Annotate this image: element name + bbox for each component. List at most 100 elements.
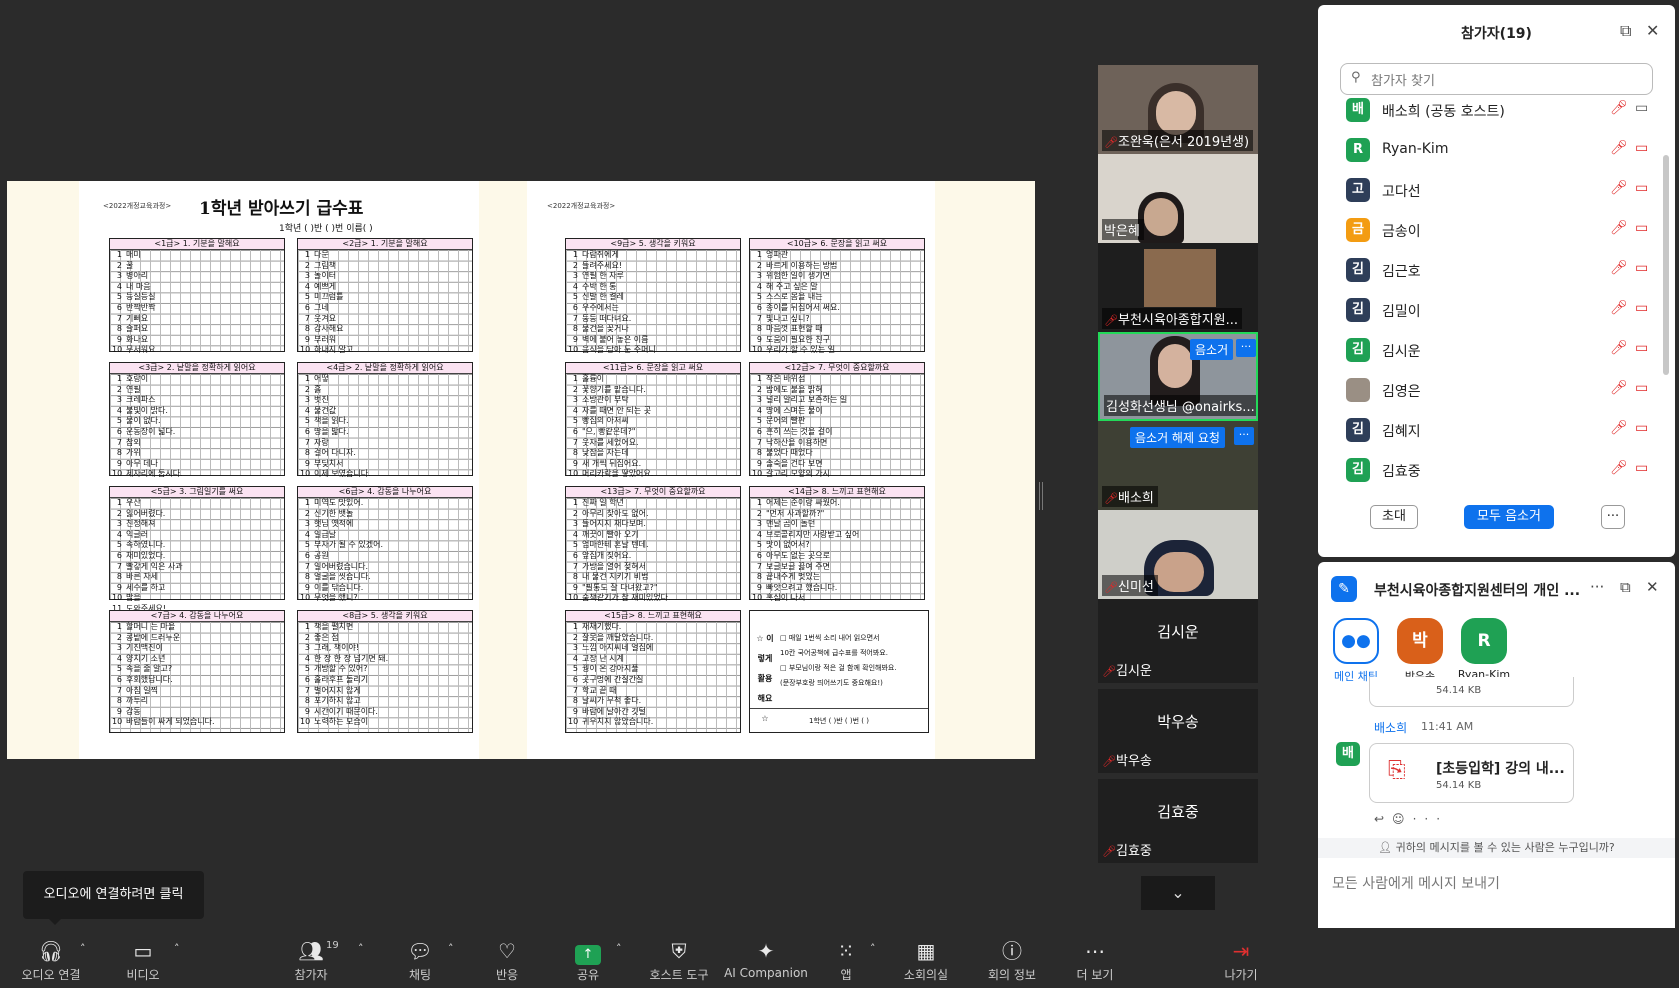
spelling-phrase: 빵집의 아저씨: [582, 416, 629, 426]
spelling-phrase: 이제 보였습니다.: [314, 469, 371, 479]
participants-options-caret[interactable]: ˄: [358, 942, 364, 955]
row-number: 4: [116, 653, 122, 663]
audio-button[interactable]: 🎧︎ 오디오 연결: [20, 936, 82, 983]
mic-muted-icon[interactable]: 🎤︎: [1610, 300, 1628, 316]
camera-off-icon[interactable]: ▭: [1635, 380, 1648, 396]
mic-muted-icon[interactable]: 🎤︎: [1610, 340, 1628, 356]
pop-out-icon[interactable]: ⧉: [1620, 21, 1631, 41]
camera-off-icon[interactable]: ▭: [1635, 220, 1648, 236]
participant-row[interactable]: 김영은 🎤︎ ▭: [1318, 370, 1663, 410]
more-icon[interactable]: ···: [1590, 578, 1604, 596]
unmute-request-tag[interactable]: 음소거 해제 요청: [1130, 427, 1225, 448]
share-button[interactable]: ↑ 공유: [568, 936, 608, 983]
channel-dm[interactable]: 박 박우송: [1390, 618, 1450, 684]
participant-row[interactable]: 고 고다선 🎤︎ ▭: [1318, 170, 1663, 210]
video-tile[interactable]: 🎤︎조완욱(은서 2019년생): [1098, 65, 1258, 154]
video-button[interactable]: ▭ 비디오: [120, 936, 166, 983]
camera-off-icon[interactable]: ▭: [1635, 140, 1648, 156]
more-button[interactable]: ⋯ 더 보기: [1072, 936, 1118, 983]
leave-button[interactable]: ⇥ 나가기: [1220, 936, 1262, 983]
name-only-tile[interactable]: 김시운 🎤︎김시운: [1098, 599, 1258, 683]
close-icon[interactable]: ✕: [1646, 578, 1659, 596]
camera-off-icon[interactable]: ▭: [1635, 340, 1648, 356]
tile-more-button[interactable]: ···: [1234, 427, 1254, 445]
spelling-row: 8 바른 자세: [110, 572, 284, 583]
row-number: 10: [568, 345, 579, 355]
breakout-rooms-button[interactable]: ▦ 소회의실: [898, 936, 954, 983]
row-number: 9: [572, 458, 578, 468]
mute-tag[interactable]: 음소거: [1190, 339, 1234, 360]
meeting-info-button[interactable]: ⓘ 회의 정보: [984, 936, 1040, 983]
participant-row[interactable]: 김 김밀이 🎤︎ ▭: [1318, 290, 1663, 330]
audio-options-caret[interactable]: ˄: [80, 942, 86, 955]
channel-dm[interactable]: R Ryan-Kim: [1454, 618, 1514, 681]
participant-row[interactable]: R Ryan-Kim 🎤︎ ▭: [1318, 130, 1663, 170]
mic-muted-icon[interactable]: 🎤︎: [1610, 140, 1628, 156]
edit-icon[interactable]: ✎: [1331, 576, 1357, 602]
mic-muted-icon[interactable]: 🎤︎: [1610, 220, 1628, 236]
video-options-caret[interactable]: ˄: [174, 942, 180, 955]
ai-companion-button[interactable]: ✦ AI Companion: [724, 936, 808, 980]
spelling-row: 6 우주에서는: [566, 303, 740, 314]
mic-muted-icon[interactable]: 🎤︎: [1610, 420, 1628, 436]
participant-row[interactable]: 김 김시운 🎤︎ ▭: [1318, 330, 1663, 370]
participant-row[interactable]: 금 금송이 🎤︎ ▭: [1318, 210, 1663, 250]
video-tile-active-speaker[interactable]: 음소거 ··· 김성화선생님 @onairks...: [1098, 332, 1258, 421]
spelling-row: 9 빠앗으려고 했습니다.: [750, 583, 924, 594]
participant-row[interactable]: 김 김근호 🎤︎ ▭: [1318, 250, 1663, 290]
apps-button[interactable]: ⁙ 앱: [830, 936, 862, 983]
mic-muted-icon[interactable]: 🎤︎: [1610, 100, 1628, 116]
message-actions[interactable]: ↩☺···: [1374, 812, 1448, 826]
camera-icon[interactable]: ▭: [1635, 100, 1648, 116]
row-number: 1: [756, 374, 762, 383]
name-only-tile[interactable]: 박우송 🎤︎박우송: [1098, 689, 1258, 773]
mic-muted-icon[interactable]: 🎤︎: [1610, 380, 1628, 396]
name-only-tile[interactable]: 김효중 🎤︎김효중: [1098, 779, 1258, 863]
row-number: 5: [756, 416, 762, 426]
participant-row[interactable]: 배 배소희 (공동 호스트) 🎤︎ ▭: [1318, 95, 1663, 130]
apps-options-caret[interactable]: ˄: [870, 942, 876, 955]
chat-options-caret[interactable]: ˄: [448, 942, 454, 955]
spelling-phrase: 책을 펼치면: [314, 622, 354, 631]
host-tools-button[interactable]: ⛨ 호스트 도구: [644, 936, 714, 983]
camera-off-icon[interactable]: ▭: [1635, 180, 1648, 196]
mic-muted-icon[interactable]: 🎤︎: [1610, 180, 1628, 196]
spelling-row: 5 속을 줄 알고?: [110, 664, 284, 675]
channel-main-chat[interactable]: ●● 메인 채팅: [1326, 618, 1386, 684]
camera-off-icon[interactable]: ▭: [1635, 300, 1648, 316]
participant-list-scrollbar[interactable]: [1663, 155, 1669, 375]
chevron-down-icon[interactable]: ⌄: [1141, 876, 1215, 910]
chat-privacy-note[interactable]: 👤︎ 귀하의 메시지를 볼 수 있는 사람은 누구입니까?: [1318, 838, 1675, 858]
row-number: 10: [752, 593, 763, 603]
camera-off-icon[interactable]: ▭: [1635, 420, 1648, 436]
video-tile[interactable]: 🎤︎신미선: [1098, 510, 1258, 599]
reactions-button[interactable]: ♡ 반응: [486, 936, 528, 983]
spelling-grid: <6급> 4. 감동을 나누어요 1 미역도 맛있어. 2 신기한 뱃놀 3 햇님 옛적에 4…: [297, 486, 473, 602]
share-options-caret[interactable]: ˄: [616, 942, 622, 955]
pop-out-icon[interactable]: ⧉: [1620, 578, 1631, 596]
participant-search-input[interactable]: ⚲ 참가자 찾기: [1340, 63, 1653, 95]
file-card[interactable]: ⎘ [초등입학] 강의 내... 54.14 KB: [1369, 743, 1574, 803]
spelling-row: 10 무서워요: [110, 345, 284, 356]
tile-more-button[interactable]: ···: [1236, 339, 1256, 357]
participant-row[interactable]: 김 김혜지 🎤︎ ▭: [1318, 410, 1663, 450]
video-tile[interactable]: 🎤︎부천시육아종합지원...: [1098, 243, 1258, 332]
mic-muted-icon[interactable]: 🎤︎: [1610, 460, 1628, 476]
video-tile[interactable]: 박은혜: [1098, 154, 1258, 243]
camera-off-icon[interactable]: ▭: [1635, 460, 1648, 476]
spelling-phrase: 걸어 다니자.: [314, 448, 356, 458]
mute-all-button[interactable]: 모두 음소거: [1464, 505, 1554, 529]
participants-more-button[interactable]: ···: [1601, 505, 1625, 529]
search-icon: ⚲: [1351, 70, 1361, 85]
video-tile-name: 🎤︎배소희: [1102, 486, 1158, 507]
camera-off-icon[interactable]: ▭: [1635, 260, 1648, 276]
share-resize-handle[interactable]: [1039, 482, 1043, 510]
file-card-previous[interactable]: 54.14 KB: [1369, 677, 1574, 707]
video-tile[interactable]: 음소거 해제 요청 ··· 🎤︎배소희: [1098, 421, 1258, 510]
invite-button[interactable]: 초대: [1370, 505, 1418, 529]
participant-row[interactable]: 김 김효중 🎤︎ ▭: [1318, 450, 1663, 490]
chat-button[interactable]: 💬︎ 채팅: [400, 936, 440, 983]
close-icon[interactable]: ✕: [1646, 21, 1659, 40]
mic-muted-icon[interactable]: 🎤︎: [1610, 260, 1628, 276]
chat-message-input[interactable]: 모든 사람에게 메시지 보내기: [1332, 873, 1500, 893]
